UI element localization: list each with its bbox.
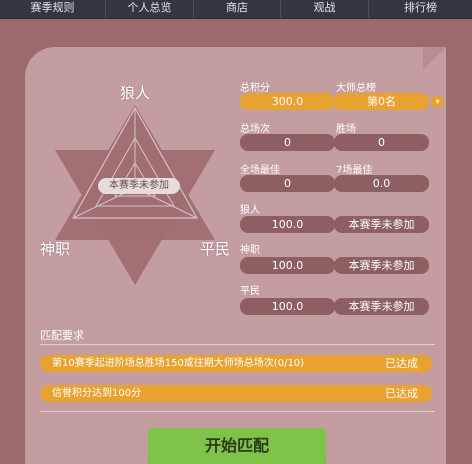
tab-season-rules[interactable]: 赛季规则 <box>0 0 106 18</box>
tab-spectate[interactable]: 观战 <box>281 0 369 18</box>
werewolf-label: 狼人 <box>240 205 260 216</box>
role-radar-chart <box>55 105 215 285</box>
villager-score: 100.0 <box>240 298 335 315</box>
best-7-label: 7场最佳 <box>336 165 373 176</box>
requirement-text: 第10赛季起进阶场总胜场150或往期大师场总场次(0/10) <box>52 358 305 369</box>
total-score-value: 300.0 <box>240 93 335 110</box>
master-rank-value: 第0名 <box>334 93 429 110</box>
divider <box>40 344 435 345</box>
best-7-value: 0.0 <box>334 175 429 192</box>
tab-leaderboard[interactable]: 排行榜 <box>369 0 472 18</box>
total-games-label: 总场次 <box>240 124 270 135</box>
start-match-button[interactable]: 开始匹配 <box>148 428 326 464</box>
wins-label: 胜场 <box>336 124 356 135</box>
panel-corner-fold <box>423 47 446 70</box>
villager-label: 平民 <box>240 286 260 297</box>
tab-shop[interactable]: 商店 <box>194 0 281 18</box>
requirement-status: 已达成 <box>385 357 418 370</box>
god-status: 本赛季未参加 <box>334 257 429 274</box>
wins-value: 0 <box>334 134 429 151</box>
top-nav: 赛季规则 个人总览 商店 观战 排行榜 <box>0 0 472 19</box>
master-rank-label: 大师总榜 <box>336 83 376 94</box>
best-all-value: 0 <box>240 175 335 192</box>
divider <box>40 411 435 412</box>
god-score: 100.0 <box>240 257 335 274</box>
villager-status: 本赛季未参加 <box>334 298 429 315</box>
requirement-item: 信誉积分达到100分 已达成 <box>40 385 432 402</box>
requirement-status: 已达成 <box>385 387 418 400</box>
tab-personal-overview[interactable]: 个人总览 <box>106 0 194 18</box>
total-score-label: 总积分 <box>240 83 270 94</box>
rank-info-icon[interactable]: ▾ <box>432 96 443 107</box>
werewolf-status: 本赛季未参加 <box>334 216 429 233</box>
match-requirements-title: 匹配要求 <box>40 329 84 342</box>
radar-center-label: 本赛季未参加 <box>98 178 180 194</box>
role-label-god: 神职 <box>40 240 71 258</box>
role-label-villager: 平民 <box>200 240 231 258</box>
god-label: 神职 <box>240 245 260 256</box>
total-games-value: 0 <box>240 134 335 151</box>
requirement-text: 信誉积分达到100分 <box>52 388 142 399</box>
werewolf-score: 100.0 <box>240 216 335 233</box>
requirement-item: 第10赛季起进阶场总胜场150或往期大师场总场次(0/10) 已达成 <box>40 355 432 372</box>
role-label-werewolf: 狼人 <box>120 84 151 102</box>
best-all-label: 全场最佳 <box>240 165 280 176</box>
